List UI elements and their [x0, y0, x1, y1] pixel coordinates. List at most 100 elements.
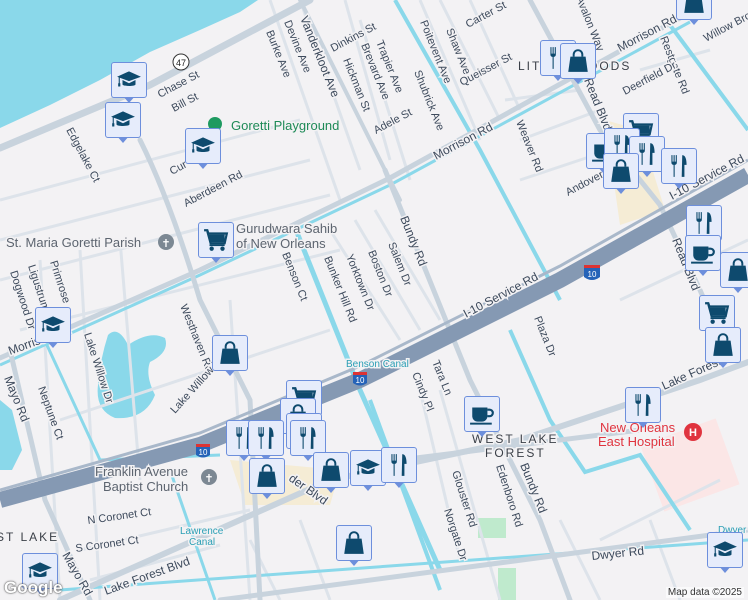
- restaurant-marker[interactable]: [625, 387, 661, 431]
- cup-icon: [469, 401, 495, 427]
- lawrence-canal-label: Lawrence: [180, 526, 224, 537]
- svg-text:10: 10: [199, 448, 208, 457]
- street-label: Edgelake Ct: [63, 126, 102, 185]
- svg-text:10: 10: [588, 270, 597, 279]
- hospital-label-2: East Hospital: [598, 434, 675, 449]
- restaurant-marker[interactable]: [661, 148, 697, 192]
- i10-shield: 10: [196, 444, 210, 458]
- marker-box: [35, 307, 71, 343]
- google-logo[interactable]: Google: [4, 578, 63, 598]
- marker-box: [313, 452, 349, 488]
- street-label: Weaver Rd: [513, 119, 545, 174]
- bag-marker[interactable]: [705, 327, 741, 371]
- bag-icon: [565, 48, 591, 74]
- marker-box: [185, 128, 221, 164]
- marker-box: [248, 420, 284, 456]
- marker-box: [560, 43, 596, 79]
- gurudwara-label: Gurudwara Sahib: [236, 221, 337, 236]
- cart-icon: [203, 227, 229, 253]
- street-label: S Coronet Ct: [75, 534, 140, 555]
- marker-box: [685, 235, 721, 271]
- bag-marker[interactable]: [676, 0, 712, 28]
- marker-box: [699, 295, 735, 331]
- west-lake-label: ST LAKE: [0, 530, 59, 544]
- i10-shield: 10: [353, 372, 367, 386]
- bag-icon: [341, 530, 367, 556]
- marker-box: [464, 396, 500, 432]
- cart-icon: [704, 300, 730, 326]
- franklin-church-label-2: Baptist Church: [103, 479, 188, 494]
- school-icon: [116, 67, 142, 93]
- bag-icon: [318, 457, 344, 483]
- cup-marker[interactable]: [464, 396, 500, 440]
- school-icon: [712, 537, 738, 563]
- svg-text:47: 47: [176, 58, 186, 68]
- school-icon: [355, 455, 381, 481]
- marker-box: [336, 525, 372, 561]
- bag-icon: [710, 332, 736, 358]
- cup-marker[interactable]: [685, 235, 721, 279]
- marker-box: [105, 102, 141, 138]
- bag-marker[interactable]: [249, 458, 285, 502]
- cup-icon: [690, 240, 716, 266]
- restaurant-icon: [295, 425, 321, 451]
- restaurant-icon: [666, 153, 692, 179]
- school-marker[interactable]: [185, 128, 221, 172]
- franklin-church-label: Franklin Avenue: [95, 464, 188, 479]
- marker-box: [381, 447, 417, 483]
- school-icon: [110, 107, 136, 133]
- bag-icon: [681, 0, 707, 15]
- marker-box: [290, 420, 326, 456]
- bag-marker[interactable]: [212, 335, 248, 379]
- school-icon: [190, 133, 216, 159]
- svg-text:H: H: [689, 427, 697, 439]
- school-marker[interactable]: [707, 532, 743, 576]
- restaurant-icon: [691, 210, 717, 236]
- restaurant-icon: [630, 392, 656, 418]
- marker-box: [720, 252, 748, 288]
- bag-icon: [254, 463, 280, 489]
- school-icon: [40, 312, 66, 338]
- restaurant-icon: [386, 452, 412, 478]
- street-label: Plaza Dr: [531, 315, 558, 359]
- marker-box: [212, 335, 248, 371]
- street-label: Adele St: [372, 107, 414, 137]
- svg-text:10: 10: [356, 376, 365, 385]
- bag-marker[interactable]: [560, 43, 596, 87]
- cart-marker[interactable]: [198, 222, 234, 266]
- svg-text:✝: ✝: [204, 473, 213, 485]
- west-lake-forest-label-2: FOREST: [485, 446, 546, 460]
- bag-icon: [725, 257, 748, 283]
- school-marker[interactable]: [105, 102, 141, 146]
- marker-box: [661, 148, 697, 184]
- i10-shield: 10: [584, 265, 600, 280]
- school-marker[interactable]: [35, 307, 71, 351]
- map-attribution[interactable]: Map data ©2025: [665, 587, 744, 598]
- marker-box: [198, 222, 234, 258]
- lawrence-canal-label-2: Canal: [189, 537, 215, 548]
- street-label: Tara Ln: [429, 359, 454, 398]
- bag-marker[interactable]: [720, 252, 748, 296]
- bag-icon: [217, 340, 243, 366]
- st-maria-goretti-label: St. Maria Goretti Parish: [6, 235, 141, 250]
- route-47-shield: 47: [172, 53, 190, 71]
- benson-canal-label: Benson Canal: [346, 359, 409, 370]
- restaurant-marker[interactable]: [381, 447, 417, 491]
- school-marker[interactable]: [111, 62, 147, 106]
- marker-box: [603, 153, 639, 189]
- marker-box: [707, 532, 743, 568]
- street-label: Bill St: [170, 91, 200, 115]
- svg-text:✝: ✝: [161, 238, 170, 250]
- goretti-playground-label: Goretti Playground: [231, 118, 339, 133]
- marker-box: [625, 387, 661, 423]
- marker-box: [705, 327, 741, 363]
- bag-icon: [608, 158, 634, 184]
- park-area-2: [498, 568, 516, 600]
- restaurant-icon: [253, 425, 279, 451]
- bag-marker[interactable]: [603, 153, 639, 197]
- street-label: Cindy Pl: [409, 371, 435, 413]
- street-label: Primrose: [47, 259, 72, 305]
- marker-box: [676, 0, 712, 20]
- bag-marker[interactable]: [313, 452, 349, 496]
- bag-marker[interactable]: [336, 525, 372, 569]
